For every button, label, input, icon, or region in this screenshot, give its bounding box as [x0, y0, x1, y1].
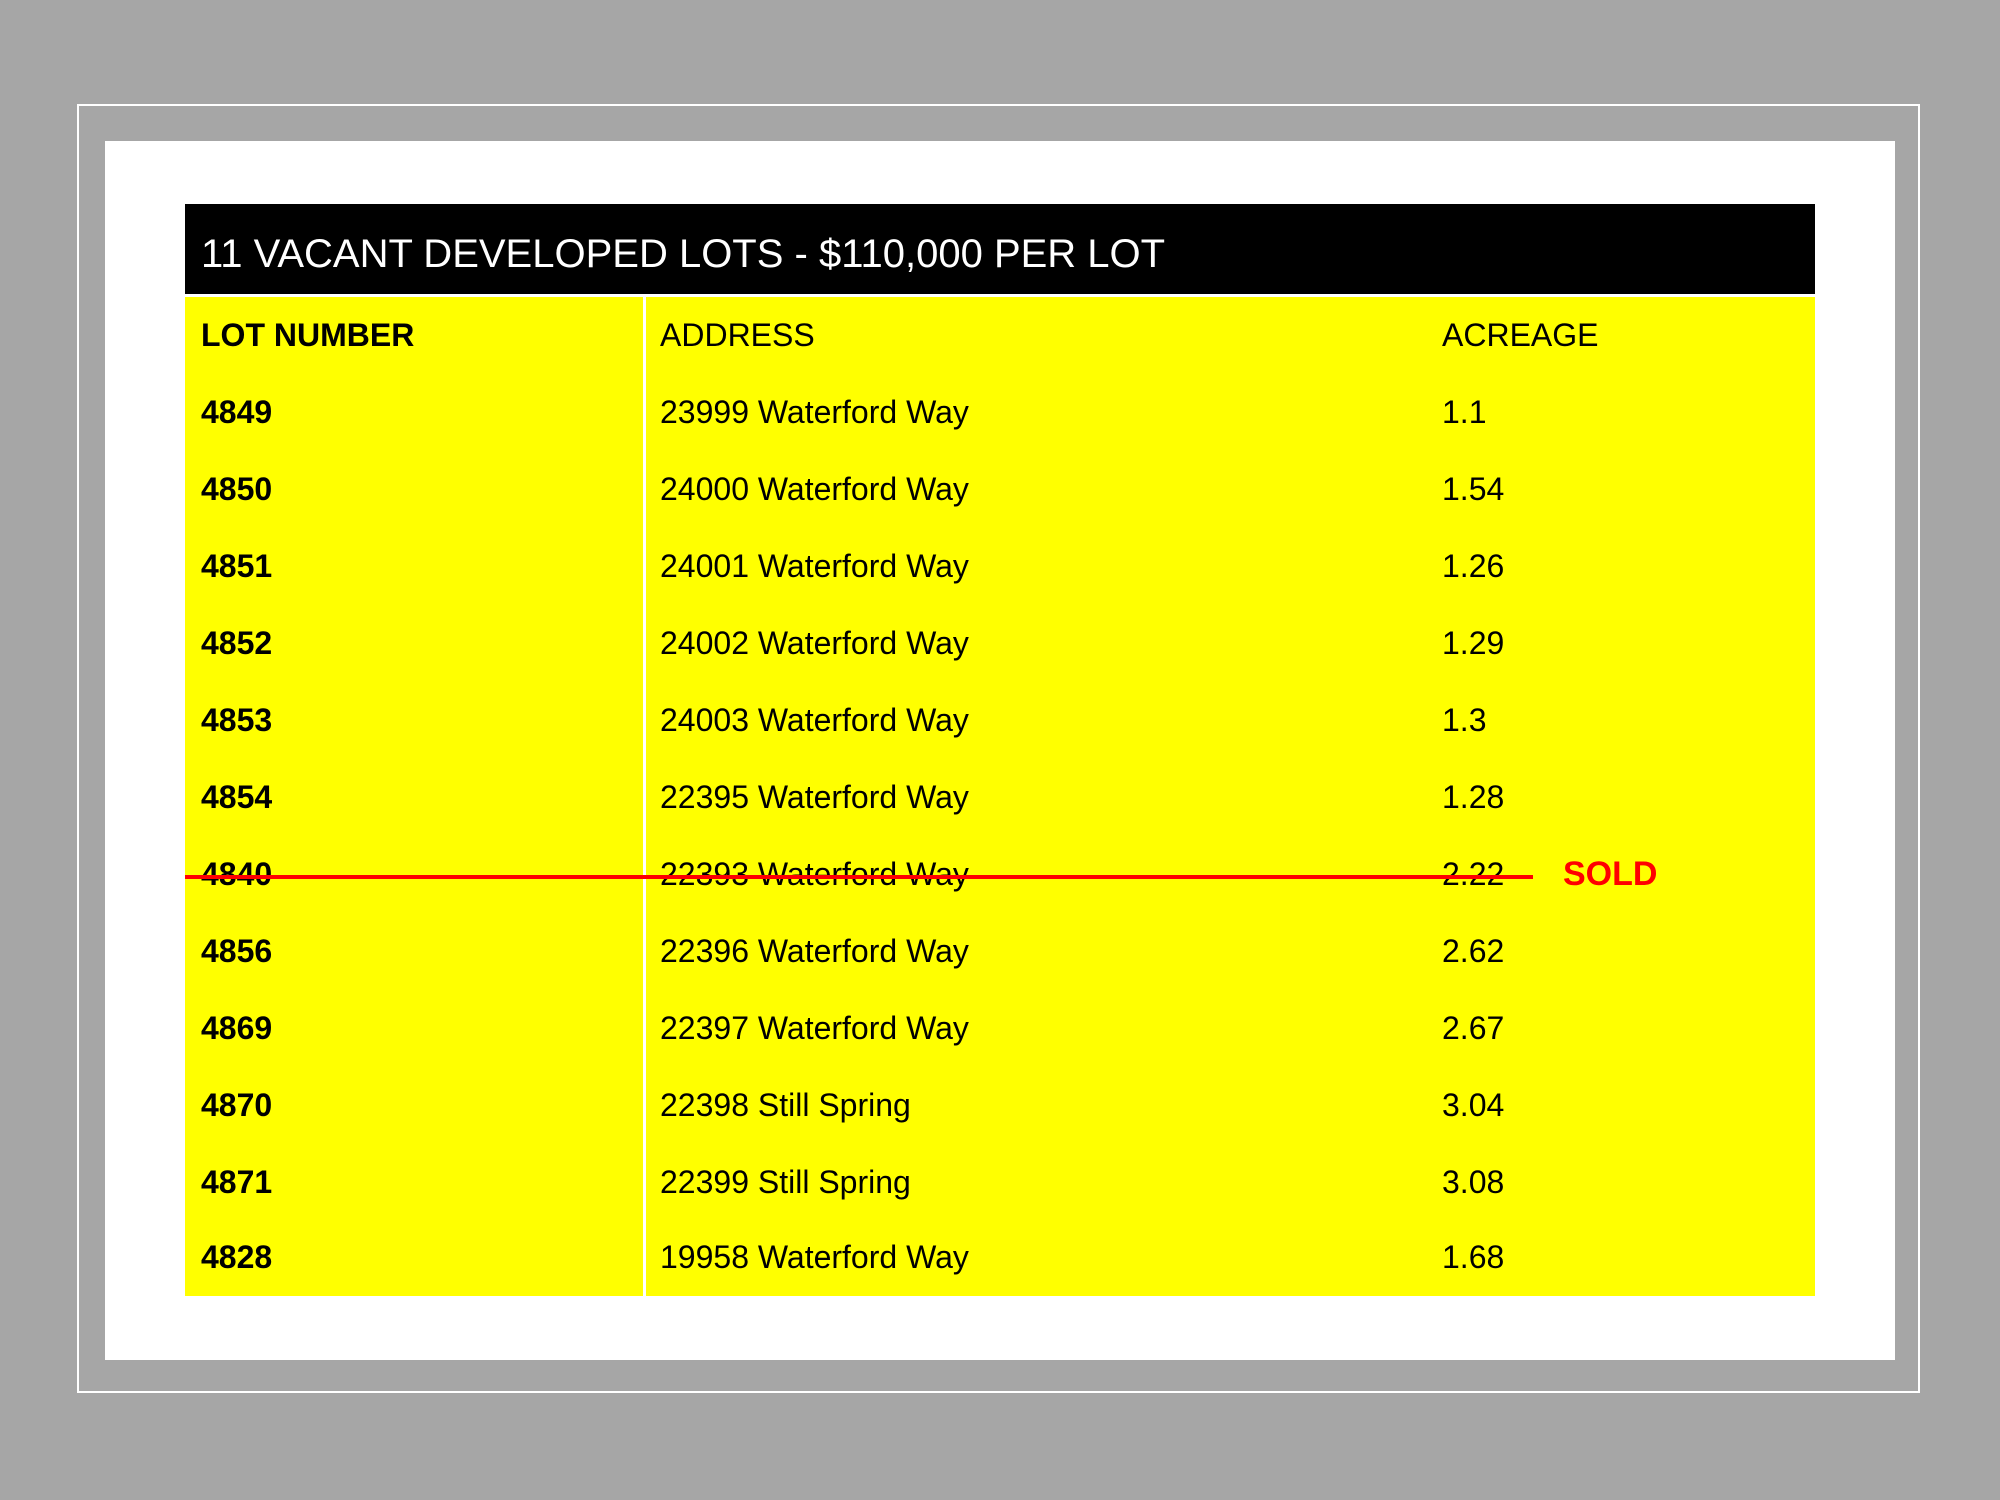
lot-number: 4849: [201, 394, 273, 430]
lot-acreage: 1.28: [1442, 779, 1505, 815]
lot-address: 24000 Waterford Way: [660, 471, 969, 507]
lot-address: 22397 Waterford Way: [660, 1010, 969, 1046]
lot-number: 4850: [201, 471, 273, 507]
lot-address: 24002 Waterford Way: [660, 625, 969, 661]
lot-number: 4854: [201, 779, 273, 815]
table-row: 4851 24001 Waterford Way 1.26: [185, 528, 1815, 605]
lot-acreage: 1.68: [1442, 1239, 1505, 1275]
lot-acreage: 1.3: [1442, 702, 1487, 738]
lots-sheet: 11 VACANT DEVELOPED LOTS - $110,000 PER …: [185, 204, 1815, 1296]
lot-acreage: 1.54: [1442, 471, 1505, 507]
lot-number: 4870: [201, 1087, 273, 1123]
lot-address: 22396 Waterford Way: [660, 933, 969, 969]
lot-number: 4853: [201, 702, 273, 738]
header-acreage: ACREAGE: [1442, 317, 1599, 353]
lots-table: LOT NUMBER ADDRESS ACREAGE 4849 23999 Wa…: [185, 297, 1815, 1296]
lot-number: 4828: [201, 1239, 273, 1275]
sold-strikethrough: [185, 875, 1533, 879]
table-header-row: LOT NUMBER ADDRESS ACREAGE: [185, 297, 1815, 374]
lot-address: 23999 Waterford Way: [660, 394, 969, 430]
lot-address: 24001 Waterford Way: [660, 548, 969, 584]
lot-number: 4869: [201, 1010, 273, 1046]
lot-address: 19958 Waterford Way: [660, 1239, 969, 1275]
lot-acreage: 2.67: [1442, 1010, 1505, 1046]
lot-address: 22398 Still Spring: [660, 1087, 911, 1123]
header-lot-number: LOT NUMBER: [201, 317, 415, 353]
lot-address: 24003 Waterford Way: [660, 702, 969, 738]
lot-number: 4851: [201, 548, 273, 584]
table-row: 4869 22397 Waterford Way 2.67: [185, 990, 1815, 1067]
table-row: 4856 22396 Waterford Way 2.62: [185, 913, 1815, 990]
lot-acreage: 3.08: [1442, 1164, 1505, 1200]
table-row: 4854 22395 Waterford Way 1.28: [185, 759, 1815, 836]
table-row: 4871 22399 Still Spring 3.08: [185, 1144, 1815, 1221]
lot-number: 4852: [201, 625, 273, 661]
lot-acreage: 1.29: [1442, 625, 1505, 661]
table-row: 4850 24000 Waterford Way 1.54: [185, 451, 1815, 528]
lot-acreage: 1.1: [1442, 394, 1487, 430]
lot-address: 22395 Waterford Way: [660, 779, 969, 815]
lot-number: 4856: [201, 933, 273, 969]
lot-acreage: 3.04: [1442, 1087, 1505, 1123]
table-row: 4870 22398 Still Spring 3.04: [185, 1067, 1815, 1144]
table-row: 4853 24003 Waterford Way 1.3: [185, 682, 1815, 759]
lot-number: 4871: [201, 1164, 273, 1200]
sold-label: SOLD: [1563, 855, 1658, 893]
header-address: ADDRESS: [660, 317, 815, 353]
lot-address: 22399 Still Spring: [660, 1164, 911, 1200]
table-row: 4852 24002 Waterford Way 1.29: [185, 605, 1815, 682]
lot-acreage: 2.62: [1442, 933, 1505, 969]
table-row: 4849 23999 Waterford Way 1.1: [185, 374, 1815, 451]
table-row: 4828 19958 Waterford Way 1.68: [185, 1219, 1815, 1296]
page-title: 11 VACANT DEVELOPED LOTS - $110,000 PER …: [185, 204, 1815, 294]
lot-acreage: 1.26: [1442, 548, 1505, 584]
table-row-sold: 4840 22393 Waterford Way 2.22 SOLD: [185, 836, 1815, 913]
